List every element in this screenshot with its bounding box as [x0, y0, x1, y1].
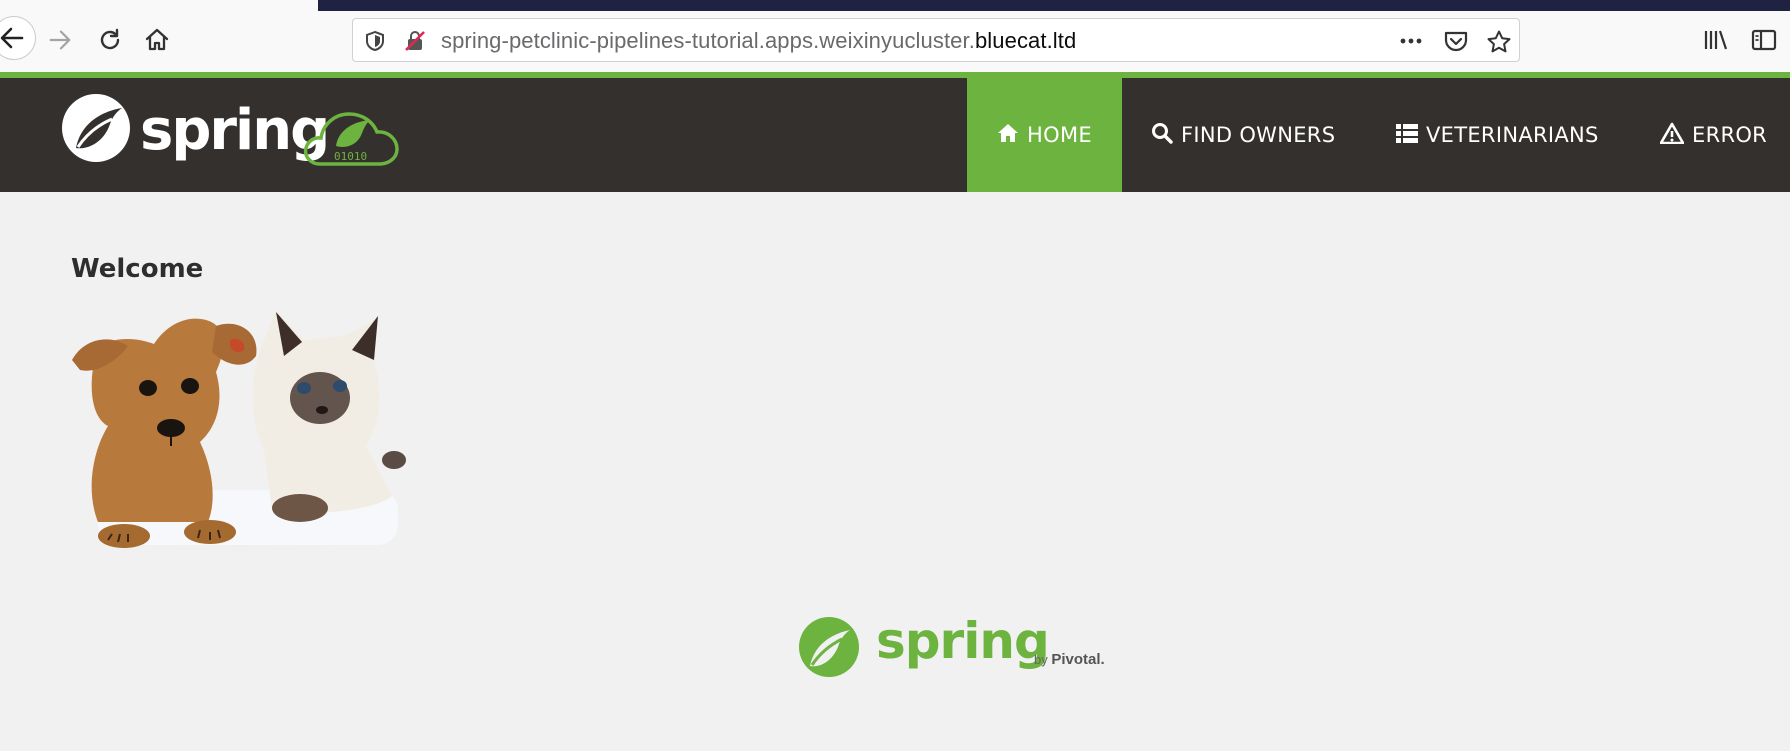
footer-by-label: by	[1034, 652, 1048, 667]
search-icon	[1151, 122, 1173, 149]
tracking-shield-icon[interactable]	[363, 29, 387, 58]
nav-find-owners[interactable]: FIND OWNERS	[1151, 78, 1335, 192]
footer-by-pivotal: by Pivotal.	[1034, 651, 1105, 668]
pocket-icon[interactable]	[1443, 29, 1469, 58]
library-icon[interactable]	[1696, 20, 1736, 60]
back-icon[interactable]	[0, 18, 32, 58]
nav-error-label: ERROR	[1692, 123, 1768, 147]
spring-brand-logo[interactable]: spring 01010	[62, 92, 412, 177]
url-text[interactable]: spring-petclinic-pipelines-tutorial.apps…	[441, 28, 1076, 54]
list-icon	[1396, 123, 1418, 148]
warning-icon	[1659, 122, 1685, 149]
footer-brand: spring	[876, 612, 1050, 670]
sidebar-icon[interactable]	[1744, 20, 1784, 60]
nav-home-label: HOME	[1027, 123, 1092, 147]
nav-error[interactable]: ERROR	[1659, 78, 1768, 192]
home-icon[interactable]	[137, 20, 177, 60]
footer-spring-logo	[798, 616, 860, 683]
nav-find-owners-label: FIND OWNERS	[1181, 123, 1336, 147]
brand-badge-digits: 01010	[334, 150, 367, 163]
page-actions-icon[interactable]	[1397, 27, 1425, 60]
bookmark-star-icon[interactable]	[1486, 29, 1512, 60]
reload-icon[interactable]	[90, 20, 130, 60]
nav-home[interactable]: HOME	[967, 78, 1122, 192]
nav-veterinarians-label: VETERINARIANS	[1426, 123, 1599, 147]
nav-veterinarians[interactable]: VETERINARIANS	[1396, 78, 1599, 192]
home-icon	[997, 123, 1019, 148]
brand-wordmark: spring	[140, 98, 328, 163]
insecure-lock-icon[interactable]	[403, 29, 427, 58]
forward-icon[interactable]	[40, 20, 80, 60]
page-title: Welcome	[71, 254, 204, 284]
navbar: spring 01010 HOME FIND OWNERS VETERINARI…	[0, 78, 1790, 192]
tab-strip	[318, 0, 1790, 11]
url-bar[interactable]: spring-petclinic-pipelines-tutorial.apps…	[352, 18, 1520, 62]
footer-company: Pivotal.	[1051, 651, 1105, 668]
pets-image	[68, 300, 428, 559]
